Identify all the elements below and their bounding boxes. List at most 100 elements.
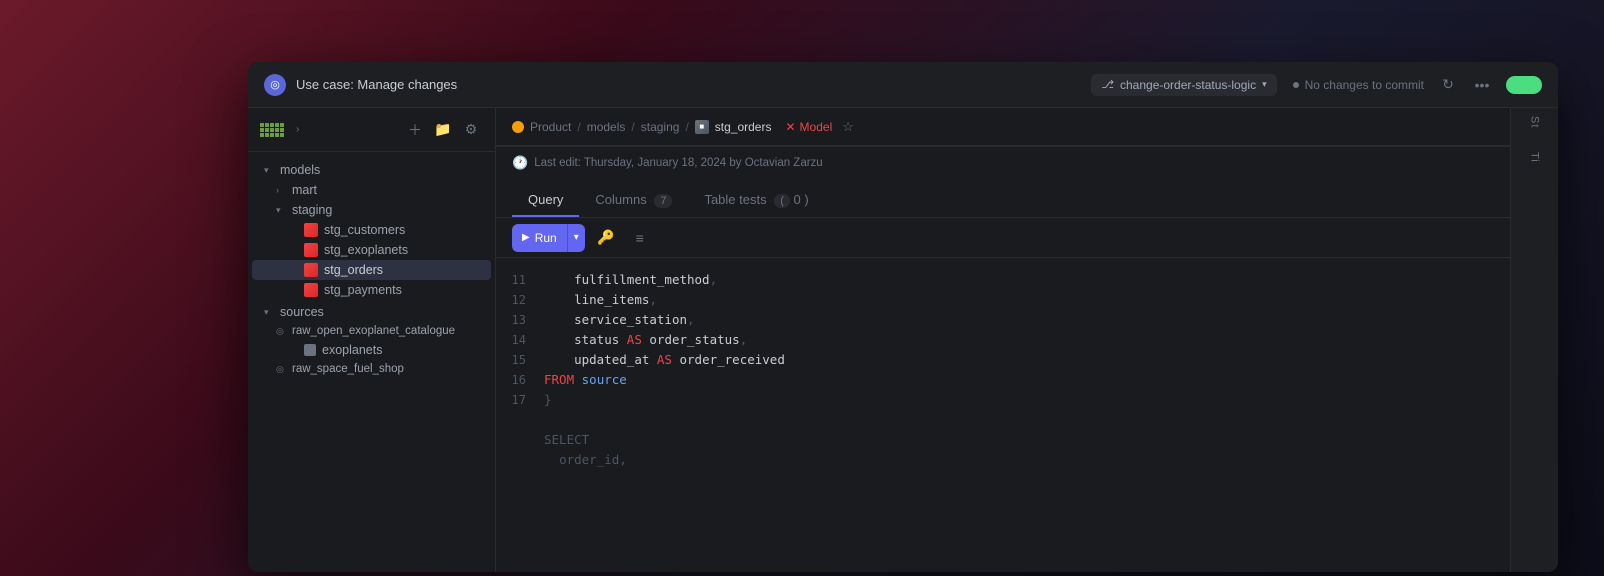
no-changes-label: No changes to commit <box>1305 78 1424 92</box>
sidebar-chevron-icon: › <box>296 124 299 135</box>
sidebar-item-exoplanets[interactable]: › exoplanets <box>252 340 491 360</box>
columns-count-badge: 7 <box>654 194 672 208</box>
line-num-blank3 <box>496 450 536 470</box>
refresh-icon[interactable]: ↻ <box>1436 73 1460 97</box>
no-changes-dot <box>1293 82 1299 88</box>
sidebar-item-sources[interactable]: ▾ sources <box>252 302 491 322</box>
run-button[interactable]: ▶ Run ▾ <box>512 224 585 252</box>
sidebar-item-raw-space-fuel-shop[interactable]: ◎ raw_space_fuel_shop <box>252 360 491 378</box>
breadcrumb-sep-3: / <box>685 120 688 134</box>
code-editor[interactable]: 11 12 13 14 15 16 17 fulfillment_method,… <box>496 258 1510 572</box>
chevron-down-icon: ▾ <box>264 307 276 318</box>
stg-payments-label: stg_payments <box>324 283 402 297</box>
product-dot <box>512 121 524 133</box>
chevron-down-icon: ▾ <box>264 165 276 176</box>
toggle-switch[interactable] <box>1506 76 1542 94</box>
right-panel: St Ti <box>1510 108 1558 572</box>
main-content: › ＋ 📁 ⚙ ▾ models › mart <box>248 108 1558 572</box>
line-num-14: 14 <box>496 330 536 350</box>
exoplanets-label: exoplanets <box>322 343 382 357</box>
code-content[interactable]: fulfillment_method, line_items, service_… <box>536 258 1510 572</box>
tab-query[interactable]: Query <box>512 184 579 217</box>
sidebar-toolbar: › ＋ 📁 ⚙ <box>248 108 495 152</box>
sidebar: › ＋ 📁 ⚙ ▾ models › mart <box>248 108 496 572</box>
tab-table-tests[interactable]: Table tests ( 0 ) <box>688 184 824 217</box>
chevron-down-icon: ▾ <box>276 205 288 216</box>
sidebar-item-staging[interactable]: ▾ staging <box>252 200 491 220</box>
more-icon[interactable]: ••• <box>1470 73 1494 97</box>
add-file-icon[interactable]: ＋ <box>403 118 427 142</box>
star-icon[interactable]: ☆ <box>842 119 854 135</box>
model-file-icon <box>304 283 318 297</box>
code-line-13: service_station, <box>544 310 1510 330</box>
sidebar-item-models[interactable]: ▾ models <box>252 160 491 180</box>
line-num-17: 17 <box>496 390 536 410</box>
sources-label: sources <box>280 305 324 319</box>
header-toolbar-icons: ↻ ••• <box>1436 73 1494 97</box>
settings-icon[interactable]: ⚙ <box>459 118 483 142</box>
line-num-11: 11 <box>496 270 536 290</box>
add-folder-icon[interactable]: 📁 <box>431 118 455 142</box>
table-tests-count-badge: ( <box>774 194 790 208</box>
chevron-icon: ◎ <box>276 364 288 375</box>
app-title: Use case: Manage changes <box>296 77 1091 92</box>
mart-label: mart <box>292 183 317 197</box>
raw-space-fuel-label: raw_space_fuel_shop <box>292 363 404 375</box>
branch-selector[interactable]: ⎇ change-order-status-logic ▾ <box>1091 74 1276 96</box>
run-btn-dropdown[interactable]: ▾ <box>568 224 585 252</box>
breadcrumb-file: stg_orders <box>715 120 772 134</box>
models-section: ▾ models › mart ▾ staging <box>248 160 495 300</box>
no-changes-indicator: No changes to commit <box>1293 78 1424 92</box>
title-bar: ◎ Use case: Manage changes ⎇ change-orde… <box>248 62 1558 108</box>
code-line-14: status AS order_status, <box>544 330 1510 350</box>
run-btn-main[interactable]: ▶ Run <box>512 224 568 252</box>
editor-toolbar: ▶ Run ▾ 🔑 ≡ <box>496 218 1510 258</box>
model-badge-label: Model <box>800 120 833 134</box>
sidebar-item-stg-exoplanets[interactable]: › stg_exoplanets <box>252 240 491 260</box>
sidebar-tree: ▾ models › mart ▾ staging <box>248 152 495 572</box>
list-icon[interactable]: ≡ <box>627 225 653 251</box>
line-numbers: 11 12 13 14 15 16 17 <box>496 258 536 572</box>
line-num-blank1 <box>496 410 536 430</box>
clock-icon: 🕐 <box>512 155 528 171</box>
editor-area: Product / models / staging / ■ stg_order… <box>496 108 1510 572</box>
stg-orders-label: stg_orders <box>324 263 383 277</box>
code-line-16: FROM source <box>544 370 1510 390</box>
chevron-right-icon: › <box>276 185 288 195</box>
sidebar-item-mart[interactable]: › mart <box>252 180 491 200</box>
breadcrumb-bar: Product / models / staging / ■ stg_order… <box>496 108 1510 146</box>
tab-columns[interactable]: Columns 7 <box>579 184 688 217</box>
code-line-select: SELECT <box>544 430 1510 450</box>
grid-logo-icon <box>260 123 284 137</box>
line-num-16: 16 <box>496 370 536 390</box>
staging-label: staging <box>292 203 332 217</box>
table-tests-count: 0 <box>794 192 801 207</box>
right-panel-label-st: St <box>1529 116 1541 128</box>
line-num-15: 15 <box>496 350 536 370</box>
code-line-11: fulfillment_method, <box>544 270 1510 290</box>
breadcrumb-sep-2: / <box>631 120 634 134</box>
breadcrumb-file-icon: ■ <box>695 120 709 134</box>
sidebar-action-buttons: ＋ 📁 ⚙ <box>403 118 483 142</box>
sources-section: ▾ sources ◎ raw_open_exoplanet_catalogue… <box>248 302 495 378</box>
source-file-icon <box>304 344 316 356</box>
sidebar-item-stg-orders[interactable]: › stg_orders <box>252 260 491 280</box>
line-num-13: 13 <box>496 310 536 330</box>
sidebar-item-stg-payments[interactable]: › stg_payments <box>252 280 491 300</box>
line-num-12: 12 <box>496 290 536 310</box>
model-file-icon <box>304 263 318 277</box>
run-label: Run <box>535 231 557 245</box>
sidebar-item-raw-open-exoplanet[interactable]: ◎ raw_open_exoplanet_catalogue <box>252 322 491 340</box>
code-line-15: updated_at AS order_received <box>544 350 1510 370</box>
code-line-12: line_items, <box>544 290 1510 310</box>
code-line-17: } <box>544 390 1510 410</box>
model-badge: ✕ Model <box>785 120 832 134</box>
breadcrumb-product: Product <box>530 120 571 134</box>
last-edit-bar: 🕐 Last edit: Thursday, January 18, 2024 … <box>496 146 1510 178</box>
sidebar-item-stg-customers[interactable]: › stg_customers <box>252 220 491 240</box>
key-icon[interactable]: 🔑 <box>593 225 619 251</box>
chevron-icon: ◎ <box>276 326 288 337</box>
app-logo: ◎ <box>264 74 286 96</box>
tabs-bar: Query Columns 7 Table tests ( 0 ) <box>496 178 1510 218</box>
branch-icon: ⎇ <box>1101 78 1114 91</box>
